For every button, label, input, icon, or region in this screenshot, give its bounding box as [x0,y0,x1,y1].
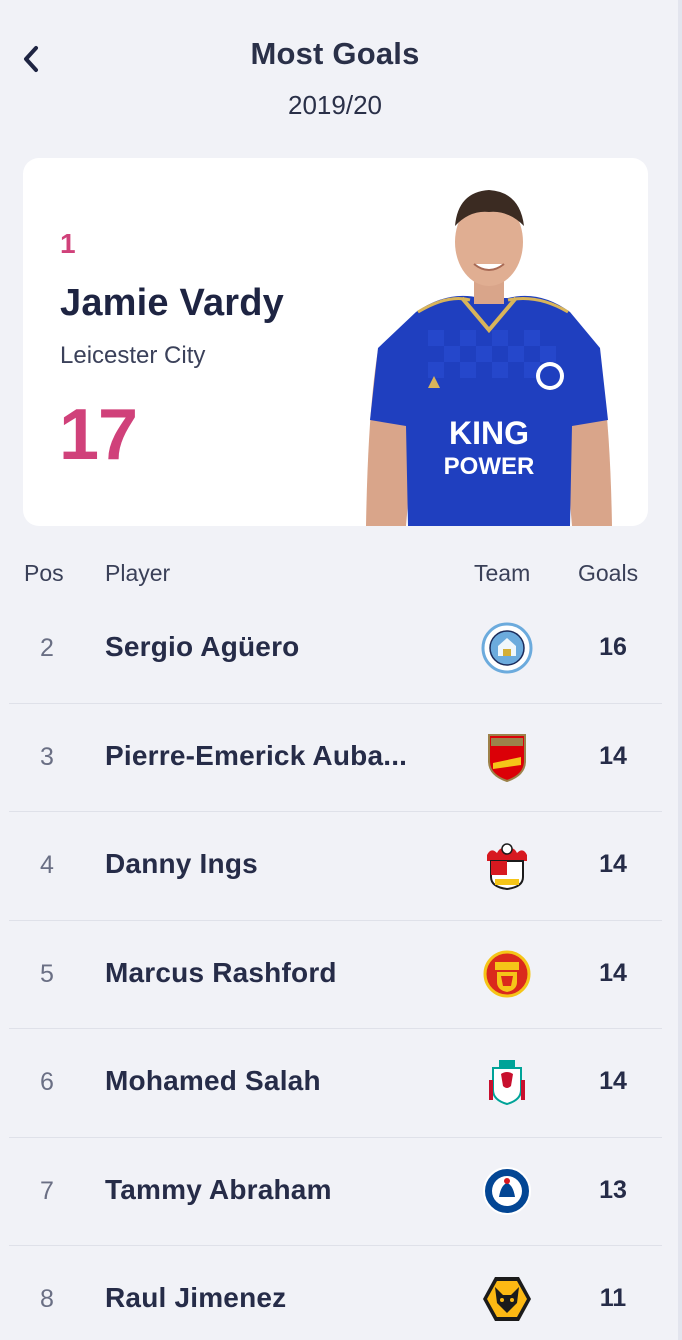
column-header-team: Team [474,560,531,586]
row-goals: 14 [599,850,627,878]
row-player-name: Tammy Abraham [105,1173,332,1205]
right-edge-divider [678,0,682,1340]
row-goals: 14 [599,1067,627,1095]
liverpool-crest-icon [489,1060,525,1106]
row-player-name: Danny Ings [105,848,258,879]
man-city-crest-icon [481,622,533,674]
row-position: 5 [40,959,54,988]
featured-player-name: Jamie Vardy [60,282,285,324]
featured-player-card[interactable]: 1 Jamie Vardy Leicester City 17 KING POW… [23,158,648,526]
row-position: 2 [40,634,54,662]
row-player-name: Marcus Rashford [105,956,337,988]
table-row[interactable]: 5 Marcus Rashford 14 [9,921,662,1029]
featured-team-name: Leicester City [60,342,206,369]
shirt-sponsor-line1: KING [449,415,529,451]
column-header-player: Player [105,560,171,586]
featured-goals: 17 [59,395,138,475]
row-goals: 13 [599,1175,627,1204]
row-position: 3 [40,742,54,771]
row-position: 6 [40,1068,54,1096]
row-player-name: Raul Jimenez [105,1282,287,1313]
table-row[interactable]: 7 Tammy Abraham 13 [9,1138,662,1246]
table-row[interactable]: 2 Sergio Agüero 16 [9,595,662,704]
featured-rank: 1 [60,228,76,259]
row-position: 4 [40,851,54,879]
scorers-table: 2 Sergio Agüero 16 3 Pierre-Emerick Auba… [9,595,662,1340]
table-row[interactable]: 4 Danny Ings 14 [9,812,662,921]
row-position: 7 [40,1176,54,1205]
page-title: Most Goals [250,36,420,71]
column-header-pos: Pos [24,560,64,586]
table-header: Pos Player Team Goals [0,560,682,590]
season-label: 2019/20 [288,90,382,120]
man-united-crest-icon [483,950,531,997]
row-player-name: Mohamed Salah [105,1065,321,1096]
player-photo: KING POWER [366,190,612,526]
shirt-sponsor-line2: POWER [444,453,535,480]
row-position: 8 [40,1285,54,1313]
row-goals: 14 [599,741,627,770]
header: Most Goals 2019/20 [0,0,682,150]
column-header-goals: Goals [578,560,639,586]
table-row[interactable]: 8 Raul Jimenez 11 [9,1246,662,1340]
arsenal-crest-icon [488,733,526,782]
table-row[interactable]: 3 Pierre-Emerick Auba... 14 [9,704,662,812]
wolves-crest-icon [483,1277,531,1321]
row-goals: 16 [599,633,627,661]
row-goals: 11 [599,1284,627,1312]
table-row[interactable]: 6 Mohamed Salah 14 [9,1029,662,1138]
row-goals: 14 [599,958,627,987]
row-player-name: Sergio Agüero [105,631,300,662]
chelsea-crest-icon [483,1166,531,1215]
row-player-name: Pierre-Emerick Auba... [105,739,408,771]
southampton-crest-icon [487,843,527,891]
